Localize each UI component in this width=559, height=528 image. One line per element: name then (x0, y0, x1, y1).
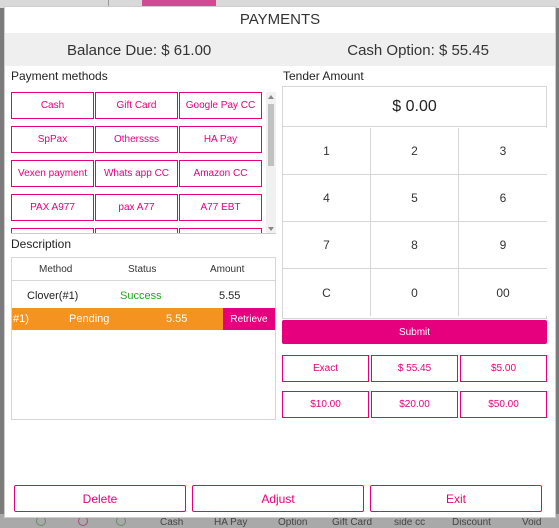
payment-methods-scrollbar[interactable] (266, 92, 276, 233)
payment-method-next-row[interactable] (95, 228, 178, 233)
amount-10-button[interactable]: $10.00 (282, 391, 369, 418)
background-item: HA Pay (214, 517, 248, 528)
payment-method-vexen[interactable]: Vexen payment (11, 160, 94, 187)
payments-dialog: PAYMENTS Balance Due: $ 61.00 Cash Optio… (4, 6, 556, 518)
background-item: Option (278, 517, 308, 528)
background-item: Discount (452, 517, 491, 528)
row-amount: 5.55 (219, 290, 241, 302)
retrieve-button[interactable]: Retrieve (223, 308, 275, 330)
row-method: #1) (13, 313, 29, 325)
balance-due: Balance Due: $ 61.00 (67, 42, 212, 59)
exit-button[interactable]: Exit (370, 485, 542, 512)
key-0[interactable]: 0 (371, 269, 459, 316)
key-4[interactable]: 4 (283, 175, 371, 222)
table-row-pending: #1) Pending 5.55 Retrieve (12, 308, 275, 330)
transactions-table: Method Status Amount Clover(#1) Success … (11, 257, 276, 420)
amount-50-button[interactable]: $50.00 (460, 391, 547, 418)
tender-amount-label: Tender Amount (283, 69, 364, 83)
payment-method-next-row[interactable] (11, 228, 94, 233)
background-item: side cc (394, 517, 426, 528)
row-method: Clover(#1) (27, 290, 79, 302)
key-00[interactable]: 00 (459, 269, 547, 316)
tender-keypad: $ 0.00 1 2 3 4 5 6 7 8 9 C 0 00 (282, 86, 547, 319)
background-item: Cash (160, 517, 184, 528)
key-2[interactable]: 2 (371, 128, 459, 175)
tender-amount-display: $ 0.00 (283, 87, 546, 127)
description-label: Description (11, 237, 72, 251)
submit-button[interactable]: Submit (282, 320, 547, 344)
payment-methods-list: Cash Gift Card Google Pay CC SpPax Other… (11, 92, 276, 234)
row-amount: 5.55 (166, 313, 188, 325)
table-header: Method Status Amount (12, 258, 275, 281)
background-item: Void (522, 517, 542, 528)
row-status-pending: Pending (69, 313, 110, 325)
scroll-up-icon[interactable] (268, 95, 274, 99)
payment-method-pax-a977[interactable]: PAX A977 (11, 194, 94, 221)
payment-method-gift-card[interactable]: Gift Card (95, 92, 178, 119)
cash-option: Cash Option: $ 55.45 (347, 42, 489, 59)
scroll-down-icon[interactable] (268, 227, 274, 231)
column-method: Method (39, 264, 73, 275)
amount-55-45-button[interactable]: $ 55.45 (371, 355, 458, 382)
key-9[interactable]: 9 (459, 222, 547, 269)
payment-method-ha-pay[interactable]: HA Pay (179, 126, 262, 153)
column-status: Status (128, 264, 157, 275)
payment-method-amazon-cc[interactable]: Amazon CC (179, 160, 262, 187)
key-6[interactable]: 6 (459, 175, 547, 222)
payment-method-next-row[interactable] (179, 228, 262, 233)
background-item: Gift Card (332, 517, 373, 528)
key-5[interactable]: 5 (371, 175, 459, 222)
row-status-success: Success (120, 290, 162, 302)
adjust-button[interactable]: Adjust (192, 485, 364, 512)
payment-method-sppax[interactable]: SpPax (11, 126, 94, 153)
key-1[interactable]: 1 (283, 128, 371, 175)
payment-method-google-pay-cc[interactable]: Google Pay CC (179, 92, 262, 119)
delete-button[interactable]: Delete (14, 485, 186, 512)
payment-method-whats-app-cc[interactable]: Whats app CC (95, 160, 178, 187)
scrollbar-thumb[interactable] (268, 104, 274, 166)
column-amount: Amount (210, 264, 245, 275)
amount-5-button[interactable]: $5.00 (460, 355, 547, 382)
exact-amount-button[interactable]: Exact (282, 355, 369, 382)
key-clear[interactable]: C (283, 269, 371, 316)
payment-method-cash[interactable]: Cash (11, 92, 94, 119)
payment-method-pax-a77[interactable]: pax A77 (95, 194, 178, 221)
payment-method-otherssss[interactable]: Otherssss (95, 126, 178, 153)
key-7[interactable]: 7 (283, 222, 371, 269)
amount-20-button[interactable]: $20.00 (371, 391, 458, 418)
key-3[interactable]: 3 (459, 128, 547, 175)
dialog-title: PAYMENTS (239, 11, 321, 28)
payment-methods-label: Payment methods (11, 69, 108, 83)
balance-bar: Balance Due: $ 61.00 Cash Option: $ 55.4… (5, 33, 555, 66)
payment-method-a77-ebt[interactable]: A77 EBT (179, 194, 262, 221)
table-row: Clover(#1) Success 5.55 (12, 285, 275, 307)
key-8[interactable]: 8 (371, 222, 459, 269)
